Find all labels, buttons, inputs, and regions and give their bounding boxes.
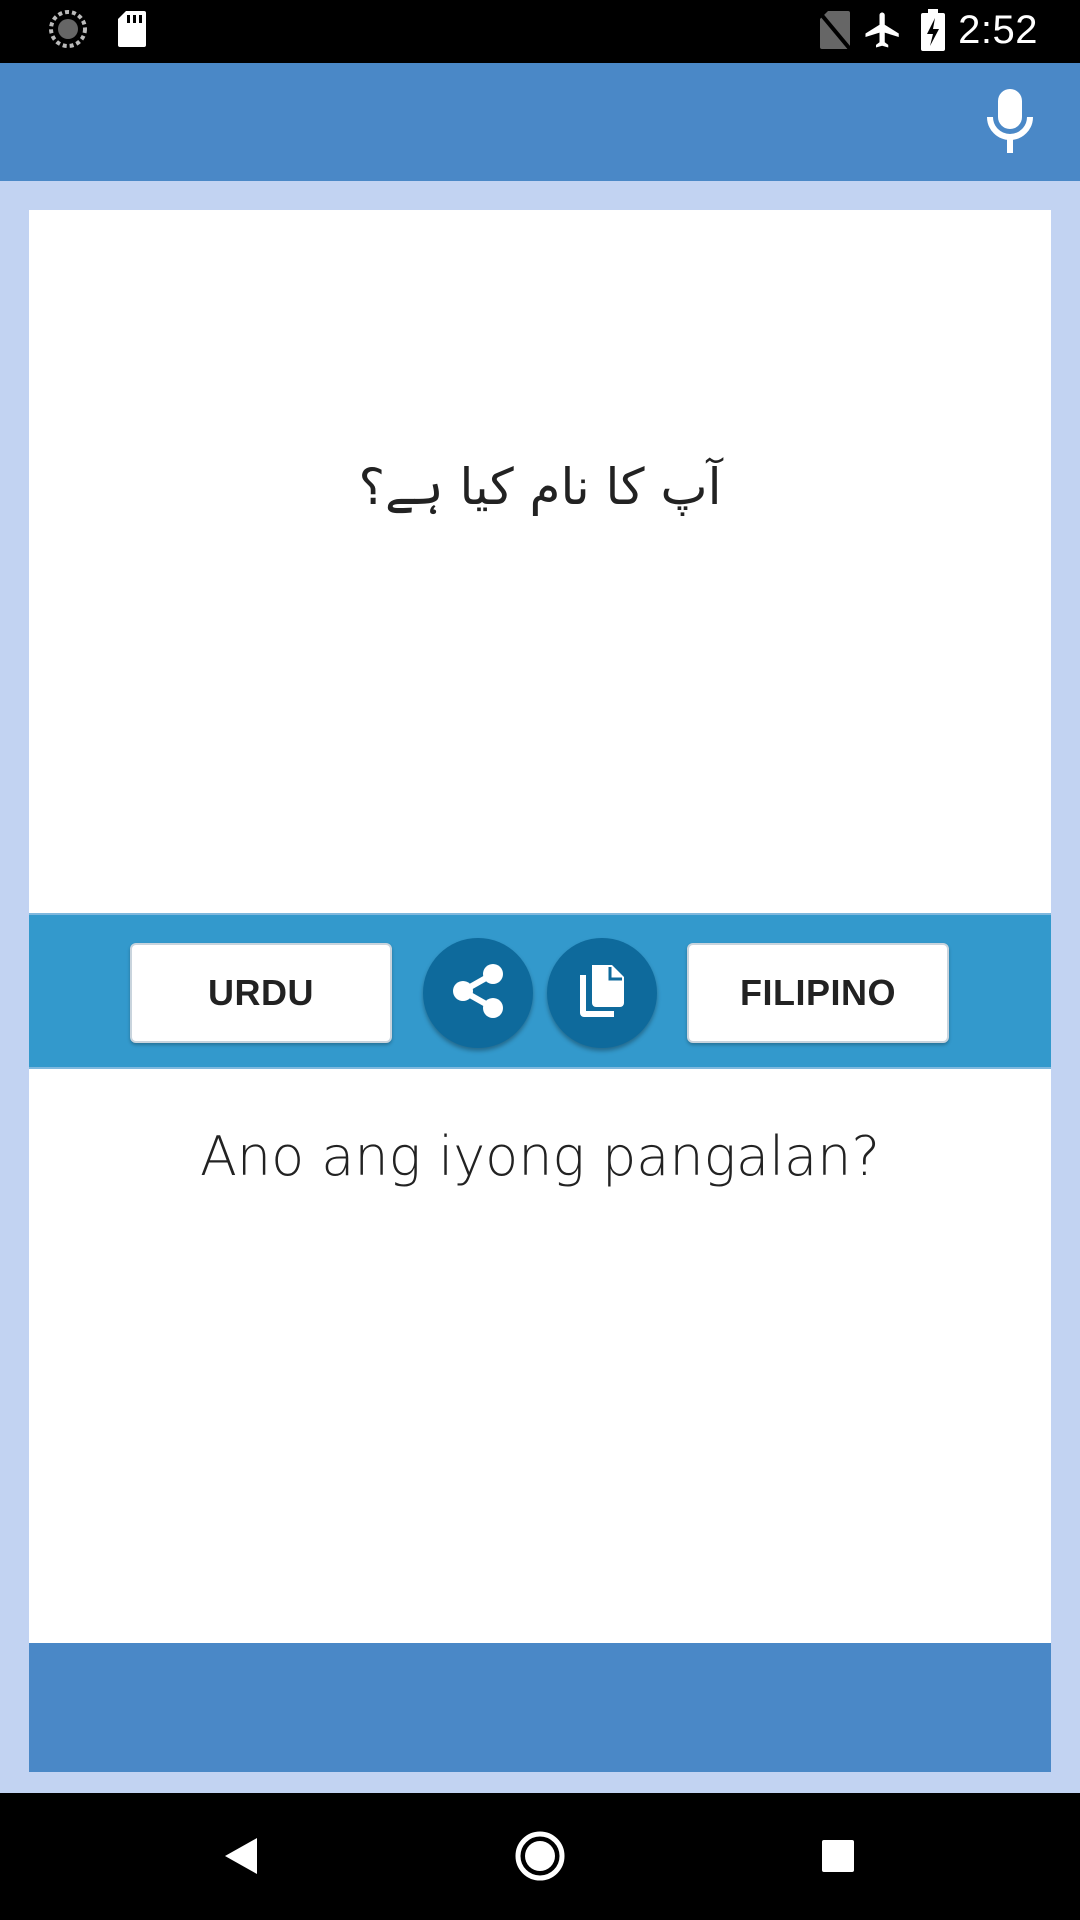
target-language-button[interactable]: FILIPINO — [687, 943, 949, 1043]
recents-button[interactable] — [803, 1823, 873, 1893]
share-icon — [447, 960, 509, 1027]
microphone-icon — [984, 87, 1036, 160]
source-language-button[interactable]: URDU — [130, 943, 392, 1043]
navigation-bar — [0, 1793, 1080, 1920]
status-bar: 2:52 — [0, 0, 1080, 63]
language-toolbar: URDU FILIPINO — [29, 913, 1051, 1069]
footer-band — [29, 1643, 1051, 1772]
home-icon — [514, 1830, 566, 1887]
app-bar — [0, 63, 1080, 181]
back-icon — [223, 1836, 259, 1881]
share-button[interactable] — [423, 938, 533, 1048]
target-text: Ano ang iyong pangalan? — [199, 1125, 881, 1188]
status-time: 2:52 — [958, 8, 1038, 52]
target-text-panel[interactable]: Ano ang iyong pangalan? — [29, 1069, 1051, 1643]
sd-card-icon — [116, 9, 148, 54]
airplane-mode-icon — [862, 9, 904, 56]
recents-icon — [821, 1839, 855, 1878]
source-text: آپ کا نام کیا ہے؟ — [358, 457, 722, 516]
no-sim-icon — [818, 9, 852, 56]
sync-icon — [48, 9, 88, 54]
source-text-panel[interactable]: آپ کا نام کیا ہے؟ — [29, 210, 1051, 913]
microphone-button[interactable] — [970, 85, 1050, 161]
back-button[interactable] — [206, 1823, 276, 1893]
copy-icon — [576, 963, 628, 1024]
battery-charging-icon — [920, 9, 946, 56]
copy-button[interactable] — [547, 938, 657, 1048]
home-button[interactable] — [505, 1823, 575, 1893]
